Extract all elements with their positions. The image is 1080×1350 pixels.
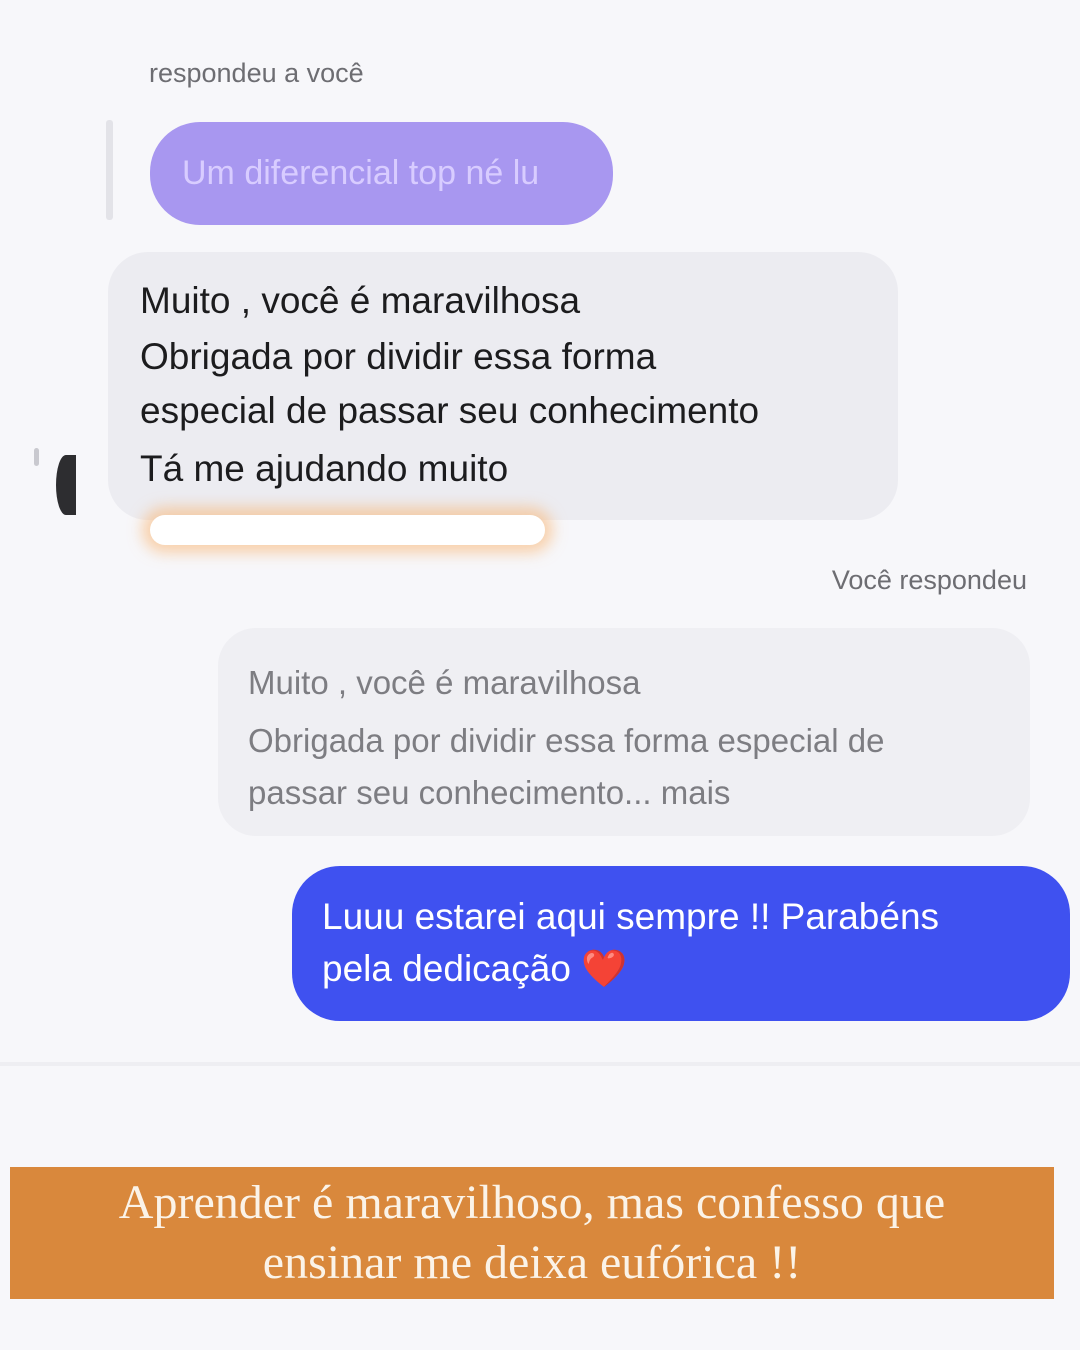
avatar-edge	[34, 448, 39, 466]
you-replied-label: Você respondeu	[831, 565, 1027, 595]
quoted-message-bubble[interactable]: Um diferencial top né lu	[150, 122, 613, 225]
incoming-line-4: Tá me ajudando muito	[140, 448, 509, 489]
outgoing-line-1: Luuu estarei aqui sempre !! Parabéns	[322, 896, 940, 937]
quoted-outgoing-line-1: Muito , você é maravilhosa	[248, 664, 641, 701]
quoted-outgoing-bubble[interactable]: Muito , você é maravilhosa Obrigada por …	[218, 628, 1030, 836]
caption-banner: Aprender é maravilhoso, mas confesso que…	[10, 1167, 1054, 1299]
heart-icon: ❤️	[581, 948, 628, 989]
incoming-message-bubble[interactable]: Muito , você é maravilhosa Obrigada por …	[108, 252, 898, 520]
quote-indicator-bar	[106, 120, 113, 220]
quoted-outgoing-line-2: Obrigada por dividir essa forma especial…	[248, 722, 885, 759]
avatar[interactable]	[56, 455, 76, 515]
reply-context-label: respondeu a você	[149, 58, 364, 88]
incoming-line-2: Obrigada por dividir essa forma	[140, 336, 657, 377]
quoted-outgoing-line-3: passar seu conhecimento... mais	[248, 774, 731, 811]
highlight-underline	[150, 515, 545, 545]
outgoing-line-2-text: pela dedicação	[322, 948, 571, 989]
incoming-line-3: especial de passar seu conhecimento	[140, 390, 760, 431]
divider	[0, 1062, 1080, 1066]
caption-line-2: ensinar me deixa eufórica !!	[262, 1236, 802, 1289]
outgoing-line-2: pela dedicação ❤️	[322, 948, 627, 991]
outgoing-message-bubble[interactable]: Luuu estarei aqui sempre !! Parabéns pel…	[292, 866, 1070, 1021]
incoming-line-1: Muito , você é maravilhosa	[140, 280, 581, 321]
quoted-message-text: Um diferencial top né lu	[182, 154, 540, 192]
caption-line-1: Aprender é maravilhoso, mas confesso que	[118, 1176, 946, 1229]
